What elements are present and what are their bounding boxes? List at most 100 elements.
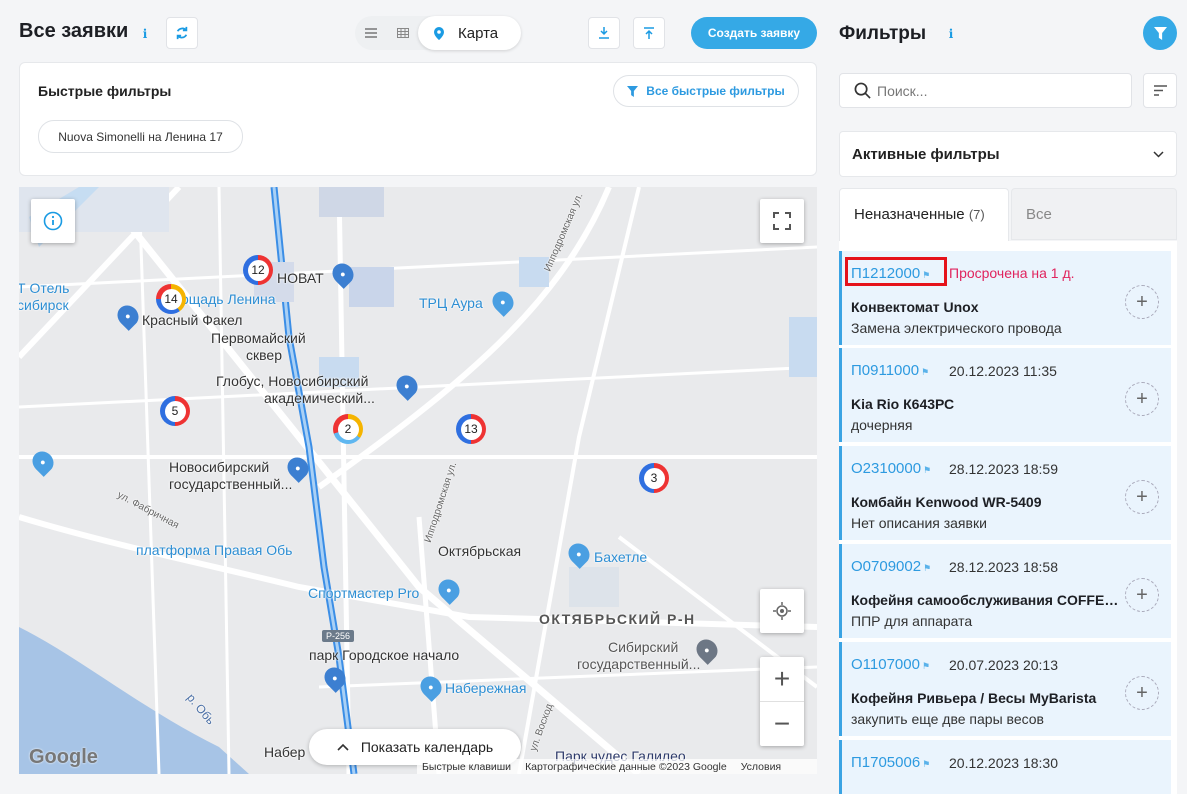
ticket-number: О0709002 xyxy=(851,558,922,575)
terms-link[interactable]: Условия xyxy=(741,761,781,773)
chevron-down-icon xyxy=(1153,151,1164,158)
all-quick-filters-button[interactable]: Все быстрые фильтры xyxy=(613,75,799,107)
cluster-marker[interactable]: 12 xyxy=(243,255,273,285)
filter-icon xyxy=(1153,26,1167,40)
map-label-university-2: государственный... xyxy=(169,476,293,492)
fullscreen-button[interactable] xyxy=(760,199,804,243)
ticket-description: Нет описания заявки xyxy=(851,515,987,531)
map-info-button[interactable] xyxy=(31,199,75,243)
overdue-status: Просрочена на 1 д. xyxy=(949,265,1075,281)
map-label-hotel: Т Отель xyxy=(19,280,70,296)
tab-all[interactable]: Все xyxy=(1011,188,1177,240)
ticket-card[interactable]: О0709002 ⚑ 28.12.2023 18:58 Кофейня самоо… xyxy=(839,544,1171,638)
tab-unassigned-count: (7) xyxy=(968,207,985,222)
table-view-button[interactable] xyxy=(387,16,419,50)
map-view-button[interactable]: Карта xyxy=(418,16,521,50)
assign-button[interactable]: + xyxy=(1125,285,1159,319)
my-location-button[interactable] xyxy=(760,589,804,633)
search-field[interactable]: Поиск... xyxy=(839,73,1132,108)
ticket-card[interactable]: П1705006 ⚑ 20.12.2023 18:30 xyxy=(839,740,1171,794)
assign-button[interactable]: + xyxy=(1125,382,1159,416)
ticket-number-link[interactable]: П1212000 ⚑ xyxy=(851,265,930,282)
map-attribution: Быстрые клавиши Картографические данные … xyxy=(417,759,817,774)
active-filters-accordion[interactable]: Активные фильтры xyxy=(839,131,1177,177)
assign-button[interactable]: + xyxy=(1125,676,1159,710)
map-label-sib-university-2: государственный... xyxy=(577,656,701,672)
filter-icon xyxy=(627,85,639,97)
ticket-title: Kia Rio К643РС xyxy=(851,396,955,412)
map-label-bakhetle: Бахетле xyxy=(594,549,648,565)
list-view-button[interactable] xyxy=(355,16,387,50)
map-label-globus: Глобус, Новосибирский xyxy=(216,373,369,389)
download-button[interactable] xyxy=(588,17,620,49)
show-calendar-label: Показать календарь xyxy=(360,739,494,755)
quick-filter-chip[interactable]: Nuova Simonelli на Ленина 17 xyxy=(38,120,243,153)
ticket-date: 20.12.2023 11:35 xyxy=(949,363,1057,379)
zoom-in-button[interactable]: + xyxy=(760,658,804,702)
ticket-number-link[interactable]: О0709002 ⚑ xyxy=(851,558,931,575)
ticket-number-link[interactable]: О2310000 ⚑ xyxy=(851,460,931,477)
fullscreen-icon xyxy=(773,212,791,230)
ticket-card[interactable]: П1212000 ⚑ Просрочена на 1 д. Конвектомат… xyxy=(839,251,1171,345)
refresh-button[interactable] xyxy=(166,17,198,49)
ticket-card[interactable]: О1107000 ⚑ 20.07.2023 20:13 Кофейня Ривье… xyxy=(839,642,1171,736)
map-label-park: парк Городское начало xyxy=(309,647,460,663)
map-background xyxy=(19,187,817,774)
ticket-title: Кофейня Ривьера / Весы MyBarista xyxy=(851,690,1097,706)
ticket-card[interactable]: О2310000 ⚑ 28.12.2023 18:59 Комбайн Kenwo… xyxy=(839,446,1171,540)
cluster-marker[interactable]: 3 xyxy=(639,463,669,493)
cluster-marker[interactable]: 5 xyxy=(160,396,190,426)
chevron-up-icon xyxy=(337,743,349,751)
ticket-date: 28.12.2023 18:58 xyxy=(949,559,1058,575)
search-icon xyxy=(854,82,871,99)
map-label-university: Новосибирский xyxy=(169,459,270,475)
assign-button[interactable]: + xyxy=(1125,480,1159,514)
download-icon xyxy=(599,27,609,39)
map-view[interactable]: НОВАТ Т Отель сибирск ощадь Ленина Красн… xyxy=(19,187,817,774)
tab-unassigned-label: Неназначенные xyxy=(854,206,965,223)
zoom-out-button[interactable]: − xyxy=(760,702,804,746)
page-title: Все заявки xyxy=(19,20,129,42)
cluster-count: 14 xyxy=(160,288,182,310)
ticket-number: О2310000 xyxy=(851,460,922,477)
ticket-number: П0911000 xyxy=(851,362,920,379)
map-label-pervomaisky: Первомайский xyxy=(211,330,306,346)
map-label-pravaya-ob: платформа Правая Обь xyxy=(136,542,293,558)
filters-info-icon[interactable]: i xyxy=(942,25,960,43)
cluster-count: 12 xyxy=(247,259,269,281)
cluster-marker[interactable]: 13 xyxy=(456,414,486,444)
ticket-description: закупить еще две пары весов xyxy=(851,711,1044,727)
info-icon[interactable]: i xyxy=(136,25,154,43)
flag-icon: ⚑ xyxy=(921,367,930,377)
map-label-nabere: Набер xyxy=(264,744,306,760)
create-request-button[interactable]: Создать заявку xyxy=(691,17,817,49)
keyboard-shortcuts-link[interactable]: Быстрые клавиши xyxy=(422,761,511,773)
zoom-controls: + − xyxy=(760,657,804,746)
ticket-title: Комбайн Kenwood WR-5409 xyxy=(851,494,1042,510)
map-label-sportmaster: Спортмастер Pro xyxy=(308,585,420,601)
upload-button[interactable] xyxy=(633,17,665,49)
map-label-aura: ТРЦ Аура xyxy=(419,295,483,311)
sort-button[interactable] xyxy=(1143,73,1177,108)
assign-button[interactable]: + xyxy=(1125,578,1159,612)
ticket-number-link[interactable]: П1705006 ⚑ xyxy=(851,754,930,771)
ticket-title: Кофейня самообслуживания COFFEE ... xyxy=(851,592,1121,608)
tab-unassigned[interactable]: Неназначенные (7) xyxy=(839,188,1009,242)
ticket-number-link[interactable]: П0911000 ⚑ xyxy=(851,362,929,379)
cluster-count: 13 xyxy=(460,418,482,440)
ticket-number: П1705006 xyxy=(851,754,921,771)
flag-icon: ⚑ xyxy=(922,759,931,769)
flag-icon: ⚑ xyxy=(923,563,932,573)
cluster-marker[interactable]: 2 xyxy=(333,414,363,444)
ticket-card[interactable]: П0911000 ⚑ 20.12.2023 11:35 Kia Rio К643Р… xyxy=(839,348,1171,442)
list-icon xyxy=(365,28,377,38)
all-quick-filters-label: Все быстрые фильтры xyxy=(646,84,785,98)
filter-toggle-button[interactable] xyxy=(1143,16,1177,50)
map-label-globus-2: академический... xyxy=(264,390,375,406)
view-toggle: Карта xyxy=(355,16,521,50)
map-label-oktyabrskaya: Октябрьская xyxy=(438,543,522,559)
ticket-number-link[interactable]: О1107000 ⚑ xyxy=(851,656,930,673)
map-label-lenin-square: ощадь Ленина xyxy=(181,291,276,307)
flag-icon: ⚑ xyxy=(923,465,932,475)
cluster-marker[interactable]: 14 xyxy=(156,284,186,314)
